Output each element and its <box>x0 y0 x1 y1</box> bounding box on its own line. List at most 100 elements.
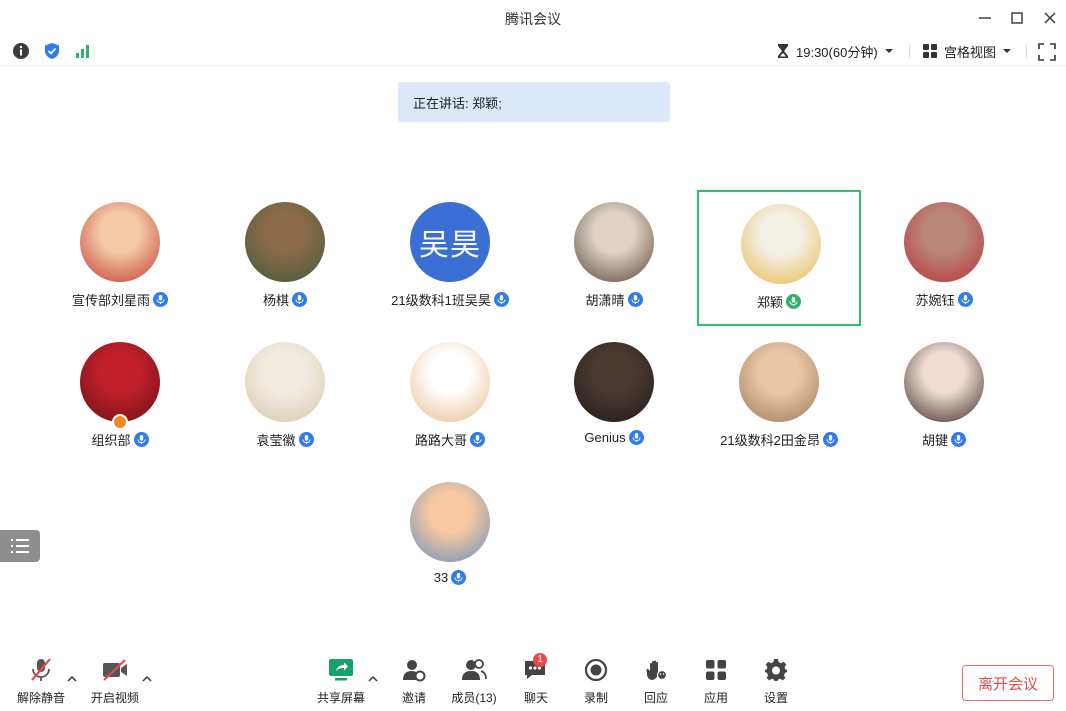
security-shield-icon[interactable] <box>43 42 61 60</box>
gear-icon <box>762 656 790 684</box>
list-icon <box>11 539 29 553</box>
members-label: 成员(13) <box>451 691 497 705</box>
apps-grid-icon <box>702 656 730 684</box>
avatar <box>410 342 490 422</box>
reaction-hand-icon <box>642 656 670 684</box>
record-button[interactable]: 录制 <box>566 656 626 708</box>
mic-status-icon <box>627 292 643 307</box>
participant-name: 胡潇晴 <box>585 293 625 308</box>
video-options-caret-icon[interactable] <box>141 674 153 684</box>
avatar <box>80 342 160 422</box>
window-title: 腾讯会议 <box>505 11 561 27</box>
grid-view-icon <box>923 44 937 58</box>
network-signal-icon[interactable] <box>74 42 92 60</box>
participant-tile[interactable]: 宣传部刘星雨 <box>38 190 202 326</box>
invite-button[interactable]: 邀请 <box>384 656 444 708</box>
camera-off-icon <box>101 656 129 684</box>
participant-tile[interactable]: 杨棋 <box>203 190 367 326</box>
audio-options-caret-icon[interactable] <box>66 674 78 684</box>
chat-unread-badge: 1 <box>533 653 547 667</box>
maximize-icon <box>1011 12 1023 24</box>
participant-name: 33 <box>433 570 449 585</box>
participant-name: 21级数科2田金昂 <box>720 433 820 448</box>
mic-status-icon <box>451 570 467 585</box>
avatar <box>904 202 984 282</box>
participant-tile[interactable]: 21级数科2田金昂 <box>697 330 861 466</box>
avatar <box>245 202 325 282</box>
members-icon <box>460 656 488 684</box>
fullscreen-button[interactable] <box>1038 43 1056 61</box>
share-options-caret-icon[interactable] <box>367 674 379 684</box>
participant-name-row: 宣传部刘星雨 <box>38 290 202 309</box>
view-mode-toggle[interactable]: 宫格视图 <box>922 41 1012 61</box>
host-badge-icon <box>112 414 128 430</box>
avatar: 吴昊 <box>410 202 490 282</box>
share-screen-icon <box>327 656 355 684</box>
chevron-down-icon <box>884 49 893 53</box>
chat-button[interactable]: 1 聊天 <box>506 653 566 708</box>
mic-status-icon <box>628 430 644 445</box>
meeting-timer[interactable]: 19:30(60分钟) <box>776 41 894 61</box>
leave-meeting-button[interactable]: 离开会议 <box>962 665 1054 701</box>
participant-name: 袁莹徽 <box>256 433 296 448</box>
meeting-info-icon[interactable] <box>12 42 30 60</box>
participant-name: 宣传部刘星雨 <box>71 293 150 308</box>
unmute-label: 解除静音 <box>16 691 65 705</box>
fullscreen-icon <box>1038 43 1056 61</box>
mic-status-icon <box>470 432 485 447</box>
meeting-info-bar: 19:30(60分钟) 宫格视图 <box>0 36 1066 66</box>
members-button[interactable]: 成员(13) <box>444 656 504 708</box>
participant-tile[interactable]: 33 <box>368 470 532 606</box>
timer-text: 19:30(60分钟) <box>796 44 878 60</box>
participant-name-row: Genius <box>532 430 696 445</box>
participant-tile[interactable]: 袁莹徽 <box>203 330 367 466</box>
participant-name: 郑颖 <box>756 295 783 310</box>
participant-name-row: 33 <box>368 570 532 585</box>
participant-tile[interactable]: Genius <box>532 330 696 466</box>
mic-status-icon <box>493 292 509 307</box>
mic-status-icon <box>957 292 973 307</box>
apps-button[interactable]: 应用 <box>686 656 746 708</box>
chevron-down-icon <box>1003 49 1012 53</box>
side-panel-toggle[interactable] <box>0 530 40 562</box>
participant-name-row: 杨棋 <box>203 290 367 309</box>
share-screen-label: 共享屏幕 <box>316 691 365 705</box>
apps-label: 应用 <box>703 691 728 705</box>
minimize-icon <box>979 17 991 19</box>
settings-label: 设置 <box>763 691 788 705</box>
participant-name-row: 郑颖 <box>699 292 859 311</box>
participant-name: 组织部 <box>91 433 131 448</box>
settings-button[interactable]: 设置 <box>746 656 806 708</box>
participant-name-row: 胡键 <box>862 430 1026 449</box>
participant-name: 胡键 <box>921 433 948 448</box>
participant-tile[interactable]: 郑颖 <box>697 190 861 326</box>
participant-tile[interactable]: 胡键 <box>862 330 1026 466</box>
participant-name: Genius <box>584 430 626 445</box>
participant-name-row: 21级数科1班吴昊 <box>368 290 532 309</box>
participant-tile[interactable]: 吴昊 21级数科1班吴昊 <box>368 190 532 326</box>
record-label: 录制 <box>583 691 608 705</box>
participant-name-row: 苏婉钰 <box>862 290 1026 309</box>
unmute-button[interactable]: 解除静音 <box>11 656 71 708</box>
start-video-button[interactable]: 开启视频 <box>85 656 145 708</box>
minimize-button[interactable] <box>972 6 998 30</box>
chat-label: 聊天 <box>523 691 548 705</box>
avatar <box>574 342 654 422</box>
maximize-button[interactable] <box>1004 6 1030 30</box>
mic-status-icon <box>951 432 966 447</box>
participant-tile[interactable]: 苏婉钰 <box>862 190 1026 326</box>
share-screen-button[interactable]: 共享屏幕 <box>311 656 371 708</box>
close-button[interactable] <box>1037 6 1063 30</box>
participant-tile[interactable]: 胡潇晴 <box>532 190 696 326</box>
participant-tile[interactable]: 路路大哥 <box>368 330 532 466</box>
participant-name: 杨棋 <box>262 293 289 308</box>
speaking-indicator: 正在讲话: 郑颖; <box>398 82 670 122</box>
participant-name-row: 胡潇晴 <box>532 290 696 309</box>
reactions-button[interactable]: 回应 <box>626 656 686 708</box>
participant-tile[interactable]: 组织部 <box>38 330 202 466</box>
view-mode-label: 宫格视图 <box>944 44 997 60</box>
avatar <box>904 342 984 422</box>
participant-name-row: 路路大哥 <box>368 430 532 449</box>
mic-status-icon <box>133 432 149 447</box>
mic-status-icon <box>298 432 314 447</box>
